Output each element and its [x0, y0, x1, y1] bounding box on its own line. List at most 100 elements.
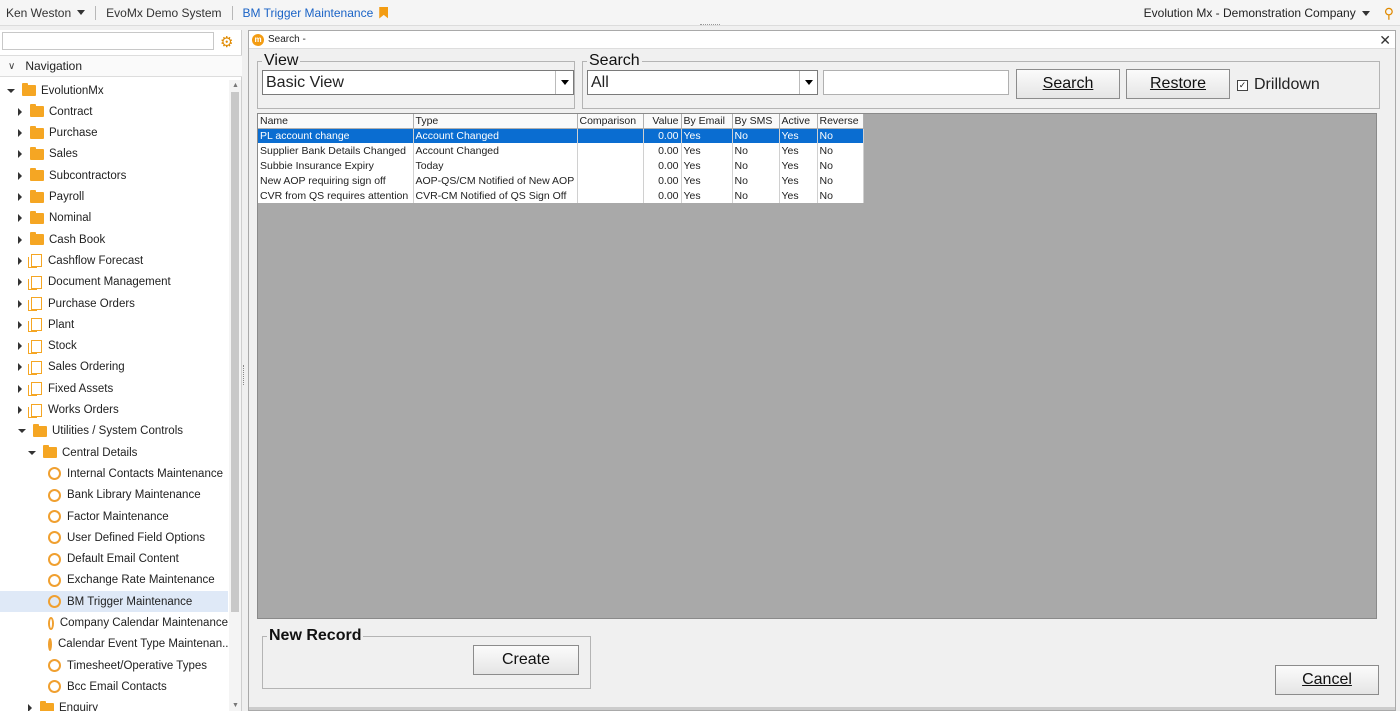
- tree-item-module[interactable]: Sales: [0, 144, 228, 165]
- document-folder-icon: [28, 254, 42, 269]
- tree-item-maintenance[interactable]: Timesheet/Operative Types: [0, 655, 228, 676]
- expand-right-icon[interactable]: [18, 278, 22, 287]
- expand-right-icon[interactable]: [18, 320, 22, 329]
- create-button[interactable]: Create: [473, 645, 579, 675]
- table-row[interactable]: New AOP requiring sign off AOP-QS/CM Noti…: [258, 173, 864, 188]
- scroll-thumb[interactable]: [231, 92, 239, 612]
- user-menu[interactable]: Ken Weston: [0, 6, 91, 20]
- scroll-up-icon[interactable]: ▲: [232, 82, 239, 89]
- scroll-down-icon[interactable]: ▼: [232, 702, 239, 709]
- table-cell: Yes: [779, 143, 818, 158]
- table-row[interactable]: Supplier Bank Details Changed Account Cha…: [258, 143, 864, 158]
- checkbox-checked-icon[interactable]: ✓: [1237, 79, 1248, 91]
- search-field-select[interactable]: All: [587, 70, 818, 95]
- company-selector[interactable]: Evolution Mx - Demonstration Company: [1144, 6, 1370, 20]
- expand-down-icon[interactable]: [7, 88, 15, 93]
- column-header[interactable]: By SMS: [732, 114, 780, 129]
- tree-label: Purchase: [49, 127, 98, 140]
- system-link[interactable]: EvoMx Demo System: [100, 6, 227, 20]
- tree-item-maintenance[interactable]: Bank Library Maintenance: [0, 485, 228, 506]
- nav-header[interactable]: ∨ Navigation: [0, 55, 242, 77]
- table-row[interactable]: Subbie Insurance Expiry Today 0.00 Yes No Yes…: [258, 158, 864, 173]
- expand-right-icon[interactable]: [18, 214, 22, 223]
- column-header[interactable]: Name: [258, 114, 414, 129]
- table-row[interactable]: PL account change Account Changed 0.00 Yes N…: [258, 128, 864, 143]
- column-header[interactable]: Reverse: [817, 114, 864, 129]
- results-grid[interactable]: Name Type Comparison Value By Email By SMS Act…: [257, 113, 1377, 619]
- tree-item-root[interactable]: EvolutionMx: [0, 80, 228, 101]
- current-page-tab[interactable]: BM Trigger Maintenance: [237, 6, 395, 20]
- close-icon[interactable]: ✕: [1379, 31, 1391, 49]
- drilldown-checkbox[interactable]: ✓ Drilldown: [1237, 76, 1320, 94]
- bookmark-icon[interactable]: [379, 6, 389, 19]
- table-cell: Yes: [779, 173, 818, 188]
- tree-item-module[interactable]: Nominal: [0, 208, 228, 229]
- tree-item-module[interactable]: Fixed Assets: [0, 378, 228, 399]
- tree-item-maintenance[interactable]: Factor Maintenance: [0, 506, 228, 527]
- expand-right-icon[interactable]: [18, 193, 22, 201]
- cancel-button[interactable]: Cancel: [1275, 665, 1379, 695]
- table-cell: Yes: [681, 188, 733, 203]
- table-row[interactable]: CVR from QS requires attention CVR-CM Not…: [258, 188, 864, 203]
- tree-item-central-details[interactable]: Central Details: [0, 442, 228, 463]
- restore-button[interactable]: Restore: [1126, 69, 1230, 99]
- chevron-down-icon[interactable]: [799, 71, 817, 94]
- tree-item-module[interactable]: Utilities / System Controls: [0, 421, 228, 442]
- column-header[interactable]: Type: [413, 114, 578, 129]
- column-header[interactable]: Comparison: [577, 114, 644, 129]
- tree-item-module[interactable]: Purchase Orders: [0, 293, 228, 314]
- tree-item-module[interactable]: Contract: [0, 101, 228, 122]
- folder-icon: [30, 125, 44, 139]
- expand-right-icon[interactable]: [28, 704, 32, 711]
- tree-item-module[interactable]: Subcontractors: [0, 165, 228, 186]
- expand-right-icon[interactable]: [18, 384, 22, 393]
- expand-right-icon[interactable]: [18, 406, 22, 414]
- column-header[interactable]: Value: [643, 114, 682, 129]
- tree-item-module[interactable]: Payroll: [0, 187, 228, 208]
- search-icon[interactable]: ⚲: [1384, 5, 1394, 22]
- expand-right-icon[interactable]: [18, 363, 22, 372]
- tree-item-maintenance[interactable]: Company Calendar Maintenance: [0, 613, 228, 634]
- tree-item-module[interactable]: Document Management: [0, 272, 228, 293]
- tree-item-module[interactable]: Plant: [0, 314, 228, 335]
- tree-label: Company Calendar Maintenance: [59, 617, 228, 629]
- expand-right-icon[interactable]: [18, 235, 22, 244]
- tree-item-maintenance[interactable]: Default Email Content: [0, 549, 228, 570]
- search-input[interactable]: [823, 70, 1009, 95]
- table-cell: Subbie Insurance Expiry: [258, 158, 414, 173]
- expand-right-icon[interactable]: [18, 171, 22, 180]
- tree-item-maintenance[interactable]: Bcc Email Contacts: [0, 676, 228, 697]
- expand-right-icon[interactable]: [18, 342, 22, 351]
- expand-right-icon[interactable]: [18, 150, 22, 159]
- table-cell: No: [817, 158, 864, 173]
- tree-item-maintenance[interactable]: Internal Contacts Maintenance: [0, 463, 228, 484]
- tree-item-module[interactable]: Sales Ordering: [0, 357, 228, 378]
- panel-splitter[interactable]: [243, 365, 246, 385]
- expand-down-icon[interactable]: [18, 429, 26, 434]
- tree-item-maintenance[interactable]: Calendar Event Type Maintenan...: [0, 634, 228, 655]
- tree-item-module[interactable]: Purchase: [0, 123, 228, 144]
- tree-item-enquiry[interactable]: Enquiry: [0, 698, 228, 711]
- expand-right-icon[interactable]: [18, 129, 22, 138]
- maintenance-icon: [48, 467, 61, 481]
- resize-grip[interactable]: [700, 24, 720, 27]
- tree-item-maintenance[interactable]: Exchange Rate Maintenance: [0, 570, 228, 591]
- gear-icon[interactable]: ⚙: [220, 33, 233, 51]
- tree-item-module[interactable]: Stock: [0, 336, 228, 357]
- tree-item-maintenance[interactable]: BM Trigger Maintenance: [0, 591, 228, 613]
- nav-search-input[interactable]: [2, 32, 214, 50]
- tree-item-module[interactable]: Cash Book: [0, 229, 228, 250]
- tree-item-maintenance[interactable]: User Defined Field Options: [0, 527, 228, 548]
- search-button[interactable]: Search: [1016, 69, 1120, 99]
- nav-scrollbar[interactable]: ▲ ▼: [229, 80, 241, 711]
- expand-right-icon[interactable]: [18, 107, 22, 116]
- tree-item-module[interactable]: Cashflow Forecast: [0, 250, 228, 271]
- expand-down-icon[interactable]: [28, 450, 36, 455]
- column-header[interactable]: By Email: [681, 114, 733, 129]
- tree-item-module[interactable]: Works Orders: [0, 400, 228, 421]
- chevron-down-icon[interactable]: [555, 71, 573, 94]
- column-header[interactable]: Active: [779, 114, 818, 129]
- view-select[interactable]: Basic View: [262, 70, 574, 95]
- expand-right-icon[interactable]: [18, 256, 22, 265]
- expand-right-icon[interactable]: [18, 299, 22, 308]
